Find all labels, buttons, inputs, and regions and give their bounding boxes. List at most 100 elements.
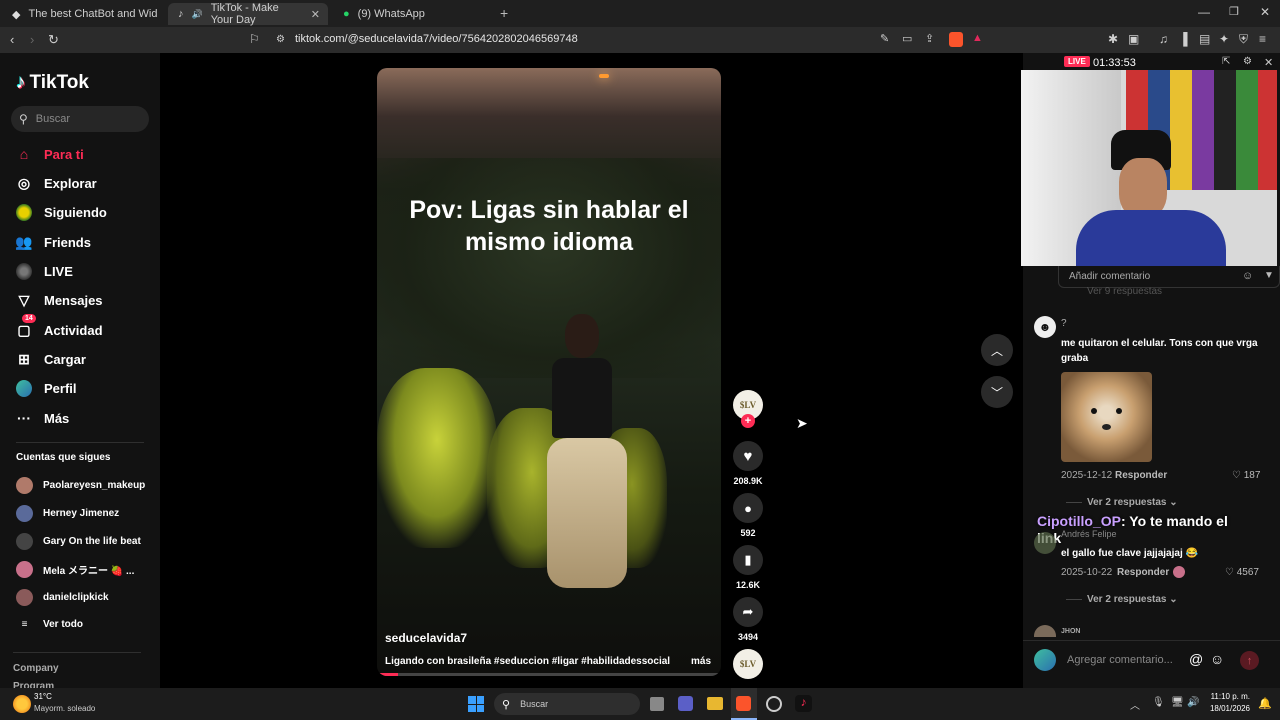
reply-button[interactable]: Responder — [1117, 567, 1169, 578]
view-replies[interactable]: Ver 2 respuestas ⌄ — [1087, 497, 1178, 508]
notifications-icon[interactable]: 🔔 — [1258, 697, 1272, 710]
tab-chatbot[interactable]: ◆ The best ChatBot and Widgets for Ki — [2, 3, 162, 25]
following-avatar-icon — [16, 203, 32, 221]
previous-video-button[interactable]: ︿ — [981, 334, 1013, 366]
share-button[interactable]: ➦ — [733, 597, 763, 627]
menu-icon[interactable]: ≡ — [1259, 32, 1266, 46]
weather-desc[interactable]: Mayorm. soleado — [34, 704, 95, 713]
tab-whatsapp[interactable]: ● (9) WhatsApp — [333, 3, 493, 25]
nav-friends[interactable]: 👥 Friends — [15, 230, 156, 254]
nav-explorar[interactable]: ◎ Explorar — [16, 171, 156, 195]
emoji-icon[interactable]: ☺ — [1242, 270, 1253, 282]
comment-username[interactable]: ? — [1061, 318, 1067, 329]
close-window-button[interactable]: ✕ — [1260, 5, 1270, 19]
search-box[interactable]: ⚲ Buscar — [11, 106, 149, 132]
like-button[interactable]: ♥ — [733, 441, 763, 471]
settings-icon[interactable]: ⚙ — [1243, 56, 1252, 67]
sound-disc[interactable]: $LV — [733, 649, 763, 679]
nav-mas[interactable]: ··· Más — [16, 406, 156, 430]
leo-icon[interactable]: ✦ — [1219, 32, 1229, 46]
brave-shields-icon[interactable] — [949, 32, 963, 47]
emoji-icon[interactable]: ☺ — [1210, 651, 1224, 667]
filter-icon[interactable]: ▼ — [1264, 270, 1274, 281]
mouse-cursor-icon: ➤ — [796, 415, 808, 431]
reload-icon[interactable]: ↻ — [48, 32, 59, 48]
following-item[interactable]: Gary On the life beat — [16, 533, 141, 550]
close-tab-icon[interactable]: ✕ — [311, 8, 320, 21]
nav-para-ti[interactable]: ⌂ Para ti — [16, 142, 156, 166]
chrome-icon[interactable] — [766, 696, 782, 712]
back-icon[interactable]: ‹ — [10, 32, 14, 47]
heart-outline-icon: ♡ — [1232, 470, 1241, 481]
comment-like[interactable]: ♡ 187 — [1232, 470, 1260, 481]
network-icon[interactable]: 🖥 — [1171, 697, 1184, 708]
send-button[interactable]: ↑ — [1240, 651, 1259, 670]
weather-temp[interactable]: 31°C — [34, 692, 52, 701]
view-replies[interactable]: Ver 2 respuestas ⌄ — [1087, 594, 1178, 605]
commenter-avatar[interactable]: ☻ — [1034, 316, 1056, 338]
following-item[interactable]: Mela メラニー 🍓 ... — [16, 561, 134, 578]
vpn-icon[interactable]: ⛨ — [1239, 32, 1248, 47]
windows-start-icon[interactable] — [468, 696, 484, 712]
nav-cargar[interactable]: ⊞ Cargar — [16, 347, 156, 371]
nav-actividad[interactable]: ▢ 14 Actividad — [16, 314, 156, 342]
nav-siguiendo[interactable]: Siguiendo — [16, 200, 156, 224]
more-link[interactable]: más — [691, 656, 711, 667]
comment-username[interactable]: JHON — [1061, 628, 1080, 635]
following-item[interactable]: danielclipkick — [16, 589, 109, 606]
following-item[interactable]: Paolareyesn_makeup — [16, 477, 145, 494]
task-view-icon[interactable] — [650, 697, 664, 711]
wallet-icon[interactable]: ▤ — [1199, 32, 1210, 46]
teams-icon[interactable] — [678, 696, 693, 711]
view-replies-top[interactable]: Ver 9 respuestas — [1087, 286, 1162, 297]
url-field[interactable]: tiktok.com/@seducelavida7/video/75642028… — [295, 33, 578, 45]
popout-icon[interactable]: ⇱ — [1222, 56, 1230, 67]
extensions-icon[interactable]: ✱ — [1108, 32, 1118, 46]
next-video-button[interactable]: ﹀ — [981, 376, 1013, 408]
share-icon[interactable]: ⇪ — [925, 32, 934, 45]
tiktok-taskbar-icon[interactable]: ♪ — [795, 695, 812, 712]
following-item[interactable]: Herney Jimenez — [16, 505, 119, 522]
nav-live[interactable]: LIVE — [16, 259, 156, 283]
new-tab-button[interactable]: + — [500, 5, 508, 21]
taskbar-search[interactable]: ⚲ Buscar — [494, 693, 640, 715]
restore-button[interactable]: ❐ — [1229, 5, 1239, 18]
commenter-avatar[interactable] — [1034, 532, 1056, 554]
microphone-icon[interactable]: 🎙 — [1152, 697, 1165, 708]
follow-plus-button[interactable]: + — [741, 414, 755, 428]
close-overlay-icon[interactable]: ✕ — [1264, 56, 1273, 69]
see-all-link[interactable]: ≡ Ver todo — [16, 619, 83, 630]
minimize-button[interactable]: — — [1198, 5, 1210, 19]
top-comment-input[interactable]: Añadir comentario ☺ ▼ — [1058, 266, 1280, 288]
company-link[interactable]: Company — [13, 663, 59, 674]
cast-icon[interactable]: ▭ — [902, 32, 912, 45]
mention-icon[interactable]: @ — [1189, 651, 1203, 667]
comment-input[interactable]: Agregar comentario... — [1067, 654, 1173, 666]
file-explorer-icon[interactable] — [707, 697, 723, 710]
bookmark-icon[interactable]: ⚐ — [249, 32, 260, 46]
comment-username[interactable]: Andrés Felipe — [1061, 529, 1117, 539]
progress-track[interactable] — [377, 673, 721, 676]
brave-rewards-icon[interactable]: ▲ — [972, 32, 983, 44]
video-player[interactable]: Pov: Ligas sin hablar el mismo idioma se… — [377, 68, 721, 676]
comment-like[interactable]: ♡ 4567 — [1225, 567, 1259, 578]
reply-button[interactable]: Responder — [1115, 470, 1167, 481]
tab-tiktok[interactable]: ♪ 🔊 TikTok - Make Your Day ✕ — [168, 2, 328, 26]
translate-icon[interactable]: ✎ — [880, 32, 889, 45]
site-info-icon[interactable]: ⚙ — [276, 34, 285, 45]
nav-mensajes[interactable]: ▽ Mensajes — [16, 288, 156, 312]
screenshot-icon[interactable]: ▣ — [1128, 32, 1139, 46]
comment-button[interactable]: ● — [733, 493, 763, 523]
heart-outline-icon: ♡ — [1225, 567, 1234, 578]
brave-taskbar-button[interactable] — [731, 688, 757, 720]
clock-date[interactable]: 18/01/2026 — [1198, 704, 1250, 713]
nav-perfil[interactable]: Perfil — [16, 376, 156, 400]
tray-chevron-icon[interactable]: ︿ — [1130, 697, 1140, 712]
sidebar-icon[interactable]: ▐ — [1179, 32, 1188, 46]
forward-icon[interactable]: › — [30, 32, 34, 47]
clock-time[interactable]: 11:10 p. m. — [1198, 692, 1250, 701]
save-button[interactable]: ▮ — [733, 545, 763, 575]
tiktok-logo[interactable]: ♪ TikTok — [16, 72, 89, 94]
video-author[interactable]: seducelavida7 — [385, 631, 467, 645]
media-icon[interactable]: ♫ — [1159, 32, 1168, 46]
